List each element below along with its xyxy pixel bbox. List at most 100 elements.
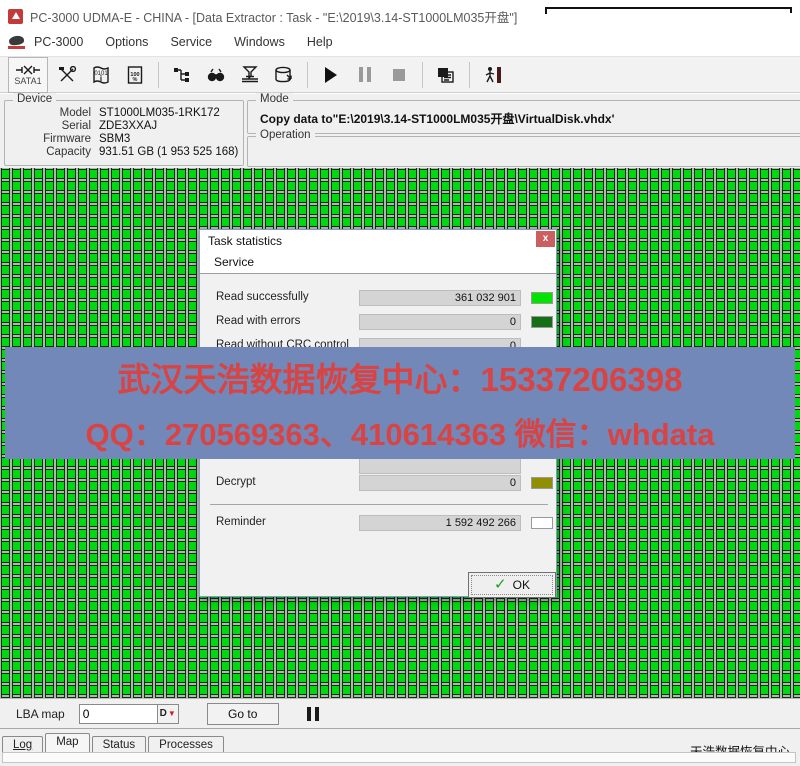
app-logo-icon (8, 9, 23, 24)
sata-port-button[interactable]: SATA1 (8, 57, 48, 93)
disk-image-button[interactable] (269, 59, 299, 91)
tree-view-button[interactable] (167, 59, 197, 91)
menu-service[interactable]: Service (170, 35, 212, 49)
lba-dec-hex-button[interactable]: D ▼ (157, 705, 178, 723)
filter-icon (240, 66, 260, 84)
menu-windows[interactable]: Windows (234, 35, 285, 49)
stat-row-decrypt: Decrypt 0 (200, 475, 556, 491)
stat-label: Read successfully (216, 291, 309, 303)
title-bar: PC-3000 UDMA-E - CHINA - [Data Extractor… (0, 4, 800, 28)
tools-icon (58, 66, 76, 84)
device-groupbox: Device Model ST1000LM035-1RK172 Serial Z… (4, 100, 244, 166)
device-serial-value: ZDE3XXAJ (99, 120, 239, 132)
window-title: PC-3000 UDMA-E - CHINA - [Data Extractor… (30, 7, 517, 26)
report-100-icon: 100 % (127, 66, 143, 84)
stat-row-reminder: Reminder 1 592 492 266 (200, 515, 556, 531)
stat-bar: 0 (359, 314, 521, 330)
ok-button-focus-ring (471, 575, 553, 595)
stat-row-read-with-errors: Read with errors 0 (200, 314, 556, 330)
watermark-banner: 武汉天浩数据恢复中心：15337206398 QQ：270569363、4106… (5, 347, 795, 459)
filter-button[interactable] (235, 59, 265, 91)
operation-group-title: Operation (256, 129, 315, 141)
stop-icon (393, 69, 405, 81)
disk-image-icon (274, 66, 294, 84)
dialog-separator (210, 504, 548, 505)
tab-label: Map (56, 736, 78, 748)
statusbar-sunken-strip (2, 752, 796, 763)
lba-toolbar: LBA map D ▼ Go to (0, 698, 800, 728)
lba-map-label: LBA map (16, 707, 65, 721)
exit-button[interactable] (478, 59, 508, 91)
toolbar-separator (469, 62, 470, 88)
tab-label: Status (103, 739, 136, 751)
dialog-menu-service[interactable]: Service (214, 255, 254, 269)
mode-groupbox: Mode Copy data to"E:\2019\3.14-ST1000LM0… (247, 100, 800, 134)
device-group-title: Device (13, 93, 56, 105)
mode-group-title: Mode (256, 93, 293, 105)
search-button[interactable] (201, 59, 231, 91)
device-firmware-value: SBM3 (99, 133, 239, 145)
stop-button[interactable] (384, 59, 414, 91)
device-field-label: Firmware (11, 133, 99, 145)
ok-button[interactable]: ✓ OK (468, 572, 556, 598)
dialog-menu-bar: Service (200, 252, 556, 274)
mode-text: Copy data to"E:\2019\3.14-ST1000LM035开盘\… (260, 110, 614, 127)
start-button[interactable] (316, 59, 346, 91)
stat-bar: 1 592 492 266 (359, 515, 521, 531)
exit-person-icon (483, 66, 503, 84)
sata-port-icon (15, 64, 41, 76)
dialog-title-bar[interactable]: Task statistics x (200, 230, 556, 252)
play-icon (325, 67, 337, 83)
menu-pc3000[interactable]: PC-3000 (34, 35, 83, 49)
lba-dec-hex-label: D (160, 708, 167, 719)
tab-label: Processes (159, 739, 213, 751)
stat-label: Read with errors (216, 315, 300, 327)
child-window-icon (8, 36, 25, 49)
lba-input-wrap: D ▼ (79, 704, 179, 724)
pause-button[interactable] (350, 59, 380, 91)
stat-bar: 361 032 901 (359, 290, 521, 306)
sata-port-label: SATA1 (14, 77, 41, 86)
firmware-info-icon: 0101 i (91, 66, 111, 84)
tab-label: Log (13, 739, 32, 751)
tools-button[interactable] (52, 59, 82, 91)
stat-color-swatch (531, 517, 553, 529)
operation-groupbox: Operation (247, 136, 800, 167)
stat-label: Reminder (216, 516, 266, 528)
stat-bar (359, 458, 521, 474)
toolbar-separator (158, 62, 159, 88)
dialog-title: Task statistics (208, 234, 282, 248)
menu-bar: PC-3000 Options Service Windows Help (0, 30, 800, 54)
device-field-label: Serial (11, 120, 99, 132)
tree-view-icon (173, 66, 191, 84)
device-field-label: Capacity (11, 146, 99, 158)
stat-color-swatch (531, 316, 553, 328)
copy-results-button[interactable] (431, 59, 461, 91)
goto-button[interactable]: Go to (207, 703, 279, 725)
report-100-button[interactable]: 100 % (120, 59, 150, 91)
stat-label: Decrypt (216, 476, 256, 488)
copy-icon (436, 66, 456, 84)
device-model-value: ST1000LM035-1RK172 (99, 107, 239, 119)
svg-text:i: i (100, 74, 102, 83)
stat-row-read-successfully: Read successfully 361 032 901 (200, 290, 556, 306)
lba-input[interactable] (80, 705, 164, 723)
stat-color-swatch (531, 292, 553, 304)
red-down-arrow-icon: ▼ (168, 709, 176, 718)
firmware-info-button[interactable]: 0101 i (86, 59, 116, 91)
toolbar-separator (422, 62, 423, 88)
toolbar-separator (307, 62, 308, 88)
menu-help[interactable]: Help (307, 35, 333, 49)
device-field-label: Model (11, 107, 99, 119)
device-capacity-value: 931.51 GB (1 953 525 168) (99, 146, 239, 158)
svg-text:%: % (133, 77, 138, 83)
stat-color-swatch (531, 477, 553, 489)
watermark-line2: QQ：270569363、410614363 微信：whdata (86, 409, 715, 454)
stat-row-partial (200, 458, 556, 474)
toolbar: SATA1 0101 i 100 % (0, 56, 800, 93)
stat-bar: 0 (359, 475, 521, 491)
pause-icon (359, 67, 371, 82)
dialog-close-button[interactable]: x (536, 231, 555, 247)
menu-options[interactable]: Options (105, 35, 148, 49)
map-pause-icon[interactable] (307, 707, 319, 721)
